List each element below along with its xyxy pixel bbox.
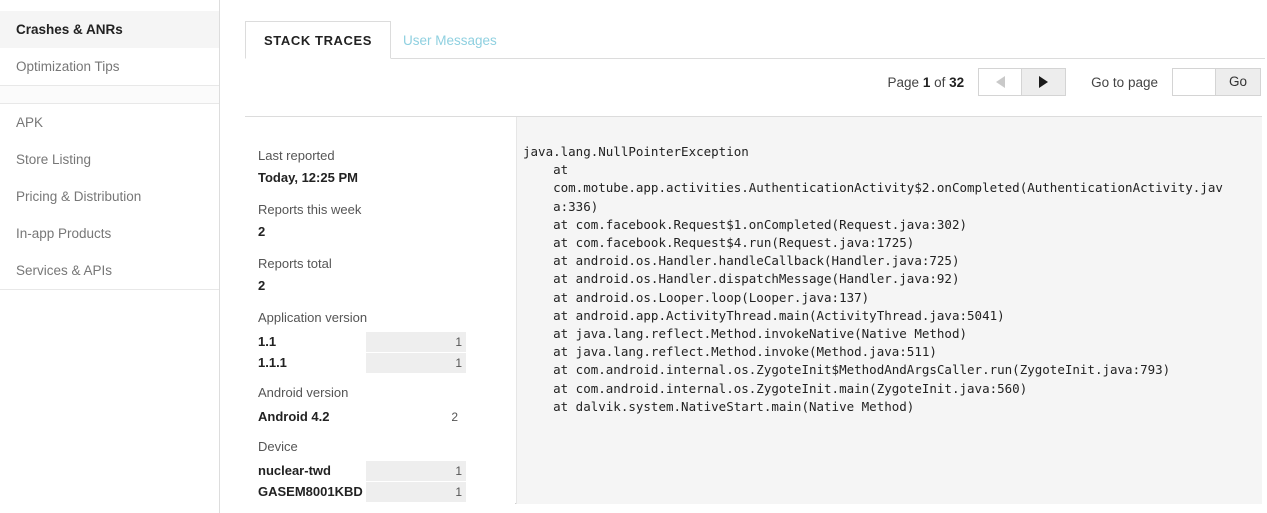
sidebar-item-services-apis[interactable]: Services & APIs xyxy=(0,252,219,289)
crash-detail-container: Last reported Today, 12:25 PM Reports th… xyxy=(245,116,1262,504)
device-count: 1 xyxy=(366,485,462,499)
reports-total-value: 2 xyxy=(258,278,515,293)
reports-this-week-value: 2 xyxy=(258,224,515,239)
main-content: STACK TRACES User Messages Page 1 of 32 … xyxy=(220,0,1267,513)
pagination-bar: Page 1 of 32 Go to page Go xyxy=(888,66,1261,98)
sidebar-item-crashes-anrs[interactable]: Crashes & ANRs xyxy=(0,11,219,48)
device-bar-row: nuclear-twd 1 xyxy=(258,461,515,481)
device-name: nuclear-twd xyxy=(258,463,331,478)
tab-bar: STACK TRACES User Messages xyxy=(245,21,1265,59)
tab-label: User Messages xyxy=(403,33,497,48)
previous-page-button[interactable] xyxy=(978,68,1022,96)
version-name: 1.1.1 xyxy=(258,355,287,370)
goto-page-label: Go to page xyxy=(1091,75,1158,90)
sidebar-item-label: Pricing & Distribution xyxy=(16,189,141,204)
application-version-label: Application version xyxy=(258,310,515,325)
page-prefix: Page xyxy=(888,75,920,90)
goto-page-input[interactable] xyxy=(1172,68,1216,96)
version-bar-row: 1.1.1 1 xyxy=(258,353,515,373)
current-page-number: 1 xyxy=(923,75,931,90)
tab-label: STACK TRACES xyxy=(264,33,372,48)
device-list: nuclear-twd 1 GASEM8001KBD 1 xyxy=(258,461,515,502)
version-name: 1.1 xyxy=(258,334,276,349)
sidebar-item-store-listing[interactable]: Store Listing xyxy=(0,141,219,178)
sidebar-item-label: APK xyxy=(16,115,43,130)
sidebar-item-label: Crashes & ANRs xyxy=(16,22,123,37)
tab-stack-traces[interactable]: STACK TRACES xyxy=(245,21,391,59)
android-version-list: Android 4.2 2 xyxy=(258,407,515,427)
version-count: 1 xyxy=(366,335,462,349)
page-indicator: Page 1 of 32 xyxy=(888,75,965,90)
sidebar-item-optimization-tips[interactable]: Optimization Tips xyxy=(0,48,219,85)
tab-user-messages[interactable]: User Messages xyxy=(384,21,516,59)
sidebar-item-ratings-reviews[interactable]: Ratings & Reviews xyxy=(0,0,219,11)
device-label: Device xyxy=(258,439,515,454)
version-bar-row: 1.1 1 xyxy=(258,332,515,352)
app-root: Ratings & Reviews Crashes & ANRs Optimiz… xyxy=(0,0,1267,513)
android-version-count: 2 xyxy=(366,410,458,424)
triangle-left-icon xyxy=(996,76,1005,88)
next-page-button[interactable] xyxy=(1022,68,1066,96)
stack-trace-panel: java.lang.NullPointerException at com.mo… xyxy=(516,117,1262,504)
reports-total-label: Reports total xyxy=(258,256,515,271)
last-reported-label: Last reported xyxy=(258,148,515,163)
android-version-name: Android 4.2 xyxy=(258,409,330,424)
sidebar-group-1: Ratings & Reviews Crashes & ANRs Optimiz… xyxy=(0,0,219,86)
last-reported-value: Today, 12:25 PM xyxy=(258,170,515,185)
sidebar-item-pricing-distribution[interactable]: Pricing & Distribution xyxy=(0,178,219,215)
device-count: 1 xyxy=(366,464,462,478)
application-version-list: 1.1 1 1.1.1 1 xyxy=(258,332,515,373)
device-name: GASEM8001KBD xyxy=(258,484,363,499)
sidebar-item-apk[interactable]: APK xyxy=(0,104,219,141)
sidebar: Ratings & Reviews Crashes & ANRs Optimiz… xyxy=(0,0,220,513)
go-button[interactable]: Go xyxy=(1216,68,1261,96)
reports-this-week-label: Reports this week xyxy=(258,202,515,217)
sidebar-item-label: Services & APIs xyxy=(16,263,112,278)
crash-metadata-panel: Last reported Today, 12:25 PM Reports th… xyxy=(245,117,515,504)
sidebar-item-label: In-app Products xyxy=(16,226,111,241)
page-of: of xyxy=(934,75,945,90)
android-version-label: Android version xyxy=(258,385,515,400)
stack-trace-text: java.lang.NullPointerException at com.mo… xyxy=(523,143,1254,416)
sidebar-item-label: Optimization Tips xyxy=(16,59,120,74)
sidebar-divider xyxy=(0,86,219,104)
version-count: 1 xyxy=(366,356,462,370)
android-bar-row: Android 4.2 2 xyxy=(258,407,515,427)
sidebar-item-in-app-products[interactable]: In-app Products xyxy=(0,215,219,252)
device-bar-row: GASEM8001KBD 1 xyxy=(258,482,515,502)
sidebar-group-2: APK Store Listing Pricing & Distribution… xyxy=(0,104,219,290)
sidebar-item-label: Store Listing xyxy=(16,152,91,167)
total-page-number: 32 xyxy=(949,75,964,90)
triangle-right-icon xyxy=(1039,76,1048,88)
